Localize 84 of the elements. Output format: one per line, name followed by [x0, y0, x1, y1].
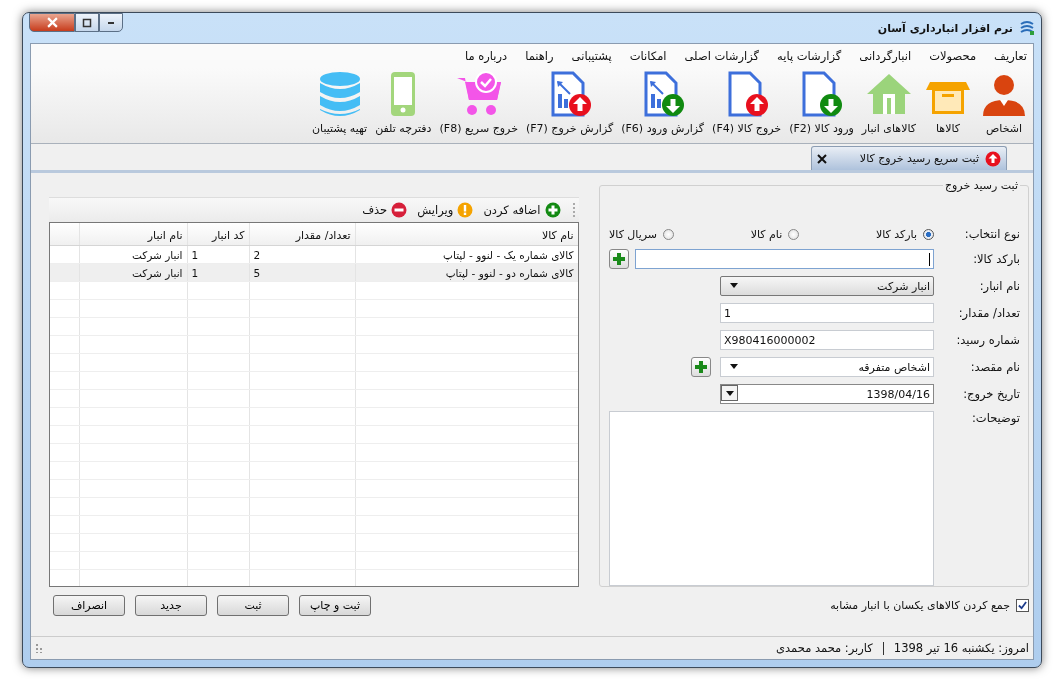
toolbar-button[interactable]: خروج سریع (F8): [438, 70, 519, 135]
field-label: توضیحات:: [971, 411, 1020, 425]
radio-label: سریال کالا: [609, 227, 658, 241]
menu-item[interactable]: پشتیبانی: [571, 49, 612, 63]
menu-item[interactable]: تعاریف: [994, 49, 1027, 63]
table-cell: انبار شرکت: [78, 264, 187, 281]
toolbar-button[interactable]: حذف: [362, 202, 408, 218]
text-field[interactable]: X980416000002: [720, 330, 934, 350]
field-label: نام مقصد:: [969, 360, 1020, 374]
table-cell: 2: [248, 246, 355, 263]
radio-button[interactable]: [923, 228, 934, 240]
radio-button[interactable]: [788, 228, 800, 240]
close-button[interactable]: [29, 13, 75, 32]
table-cell: انبار شرکت: [78, 246, 187, 263]
barcode-field[interactable]: [635, 249, 934, 269]
radio-label: نام کالا: [750, 227, 783, 241]
menu-item[interactable]: راهنما: [525, 49, 554, 63]
toolbar-button[interactable]: گزارش ورود (F6): [620, 70, 706, 135]
checkbox-label: جمع کردن کالاهای یکسان با انبار مشابه: [830, 599, 1010, 612]
toolbar-button[interactable]: اضافه کردن: [483, 202, 561, 218]
minimize-button[interactable]: [99, 13, 123, 32]
column-header[interactable]: تعداد/ مقدار: [248, 223, 355, 245]
toolbar-button[interactable]: اشخاص: [979, 70, 1029, 135]
toolbar-button[interactable]: کالاهای انبار: [860, 70, 917, 135]
add-button[interactable]: [609, 249, 629, 269]
status-user: کاربر: محمد محمدی: [776, 641, 873, 655]
close-icon: [46, 17, 58, 28]
dropdown-field[interactable]: انبار شرکت: [720, 276, 934, 296]
plus-icon: [544, 202, 561, 218]
table-cell: کالای شماره یک - لنوو - لپتاپ: [354, 246, 578, 263]
notes-field[interactable]: [609, 411, 934, 586]
exclamation-icon: [457, 202, 474, 218]
field-label: بارکد کالا:: [972, 252, 1020, 266]
window-title: نرم افزار انبارداری آسان: [877, 21, 1013, 35]
document-tab[interactable]: ثبت سریع رسید خروج کالا: [811, 146, 1007, 170]
action-button[interactable]: جدید: [135, 595, 207, 616]
toolbar-button[interactable]: تهیه پشتیبان: [311, 70, 369, 135]
date-field[interactable]: 1398/04/16: [720, 384, 934, 404]
radio-label: بارکد کالا: [875, 227, 917, 241]
maximize-icon: [82, 17, 92, 28]
toolbar-button[interactable]: دفترچه تلفن: [374, 70, 433, 135]
field-label: تاریخ خروج:: [962, 387, 1020, 401]
table-cell: کالای شماره دو - لنوو - لپتاپ: [354, 264, 578, 281]
field-label: نوع انتخاب:: [963, 227, 1020, 241]
action-button[interactable]: ثبت: [217, 595, 289, 616]
caret-icon: [730, 364, 738, 369]
action-button[interactable]: ثبت و چاپ: [299, 595, 371, 616]
table-cell: 1: [186, 246, 249, 263]
app-logo-icon: [1019, 20, 1035, 36]
text-field[interactable]: 1: [720, 303, 934, 323]
toolbar-button[interactable]: ورود کالا (F2): [788, 70, 855, 135]
caret-icon: [725, 390, 734, 396]
date-picker-button[interactable]: [721, 385, 738, 401]
table-cell: 1: [186, 264, 249, 281]
column-header[interactable]: نام کالا: [354, 223, 578, 245]
resize-grip-icon: [35, 643, 45, 653]
menu-item[interactable]: گزارشات پایه: [777, 49, 842, 63]
add-button[interactable]: [691, 357, 711, 377]
maximize-button[interactable]: [75, 13, 99, 32]
toolbar-button[interactable]: گزارش خروج (F7): [524, 70, 615, 135]
combo-field[interactable]: اشخاص متفرقه: [720, 357, 934, 377]
menu-item[interactable]: درباره ما: [464, 49, 508, 63]
caret-icon: [730, 283, 738, 288]
toolbar-button[interactable]: ویرایش: [417, 202, 474, 218]
action-button[interactable]: انصراف: [53, 595, 125, 616]
field-label: تعداد/ مقدار:: [957, 306, 1020, 320]
field-label: نام انبار:: [978, 279, 1020, 293]
menu-item[interactable]: محصولات: [929, 49, 977, 63]
checkbox[interactable]: [1016, 599, 1029, 612]
minimize-icon: [108, 21, 114, 24]
menu-item[interactable]: گزارشات اصلی: [684, 49, 760, 63]
close-icon[interactable]: [817, 153, 827, 164]
toolbar-button[interactable]: کالاها: [923, 70, 973, 135]
toolbar-button[interactable]: خروج کالا (F4): [711, 70, 783, 135]
radio-button[interactable]: [663, 228, 675, 240]
table-cell: 5: [248, 264, 355, 281]
column-header[interactable]: نام انبار: [78, 223, 187, 245]
column-header[interactable]: کد انبار: [186, 223, 249, 245]
minus-icon: [391, 202, 408, 218]
menu-item[interactable]: امکانات: [629, 49, 667, 63]
menu-item[interactable]: انبارگردانی: [859, 49, 912, 63]
status-date: امروز: یکشنبه 16 تیر 1398: [893, 641, 1029, 655]
field-label: شماره رسید:: [955, 333, 1020, 347]
group-title: ثبت رسید خروج: [942, 179, 1020, 192]
